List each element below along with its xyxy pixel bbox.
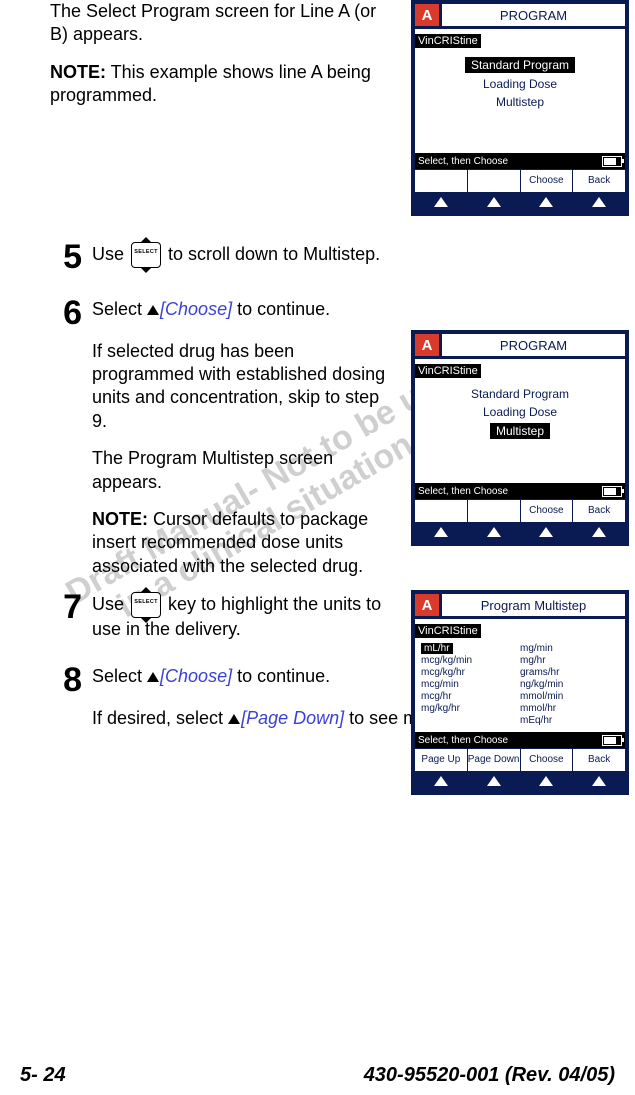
- line-badge: A: [415, 334, 442, 356]
- choose-softkey-ref: [Choose]: [160, 299, 232, 319]
- page-number: 5- 24: [20, 1064, 66, 1087]
- screen-title: PROGRAM: [442, 334, 625, 356]
- softkey-row: Choose Back: [415, 169, 625, 192]
- unit-option[interactable]: mg/min: [520, 643, 619, 654]
- softkey-back[interactable]: Back: [572, 500, 625, 522]
- step-number: 7: [50, 590, 82, 624]
- status-bar: Select, then Choose: [415, 153, 625, 169]
- softkey-triangle-icon: [147, 305, 159, 315]
- unit-option[interactable]: mL/hr: [421, 643, 453, 654]
- softkey-back[interactable]: Back: [572, 749, 625, 771]
- battery-icon: [602, 486, 622, 497]
- status-bar: Select, then Choose: [415, 732, 625, 748]
- softkey-arrows: [415, 522, 625, 542]
- option-loading-dose[interactable]: Loading Dose: [417, 77, 623, 91]
- unit-option[interactable]: mcg/kg/min: [421, 655, 520, 666]
- device-screen-1: A PROGRAM VinCRIStine Standard Program L…: [411, 0, 629, 216]
- option-multistep[interactable]: Multistep: [417, 95, 623, 109]
- step-5: 5 Use to scroll down to Multistep.: [50, 242, 395, 274]
- intro-text: The Select Program screen for Line A (or…: [50, 0, 395, 47]
- drug-label: VinCRIStine: [415, 364, 481, 378]
- choose-softkey-ref: [Choose]: [160, 666, 232, 686]
- unit-option[interactable]: mmol/hr: [520, 703, 619, 714]
- line-badge: A: [415, 594, 442, 616]
- softkey-triangle-icon: [228, 714, 240, 724]
- pagedown-softkey-ref: [Page Down]: [241, 708, 344, 728]
- option-loading-dose[interactable]: Loading Dose: [417, 405, 623, 419]
- units-list: mL/hr mcg/kg/min mcg/kg/hr mcg/min mcg/h…: [415, 639, 625, 732]
- softkey-choose[interactable]: Choose: [520, 500, 573, 522]
- option-multistep[interactable]: Multistep: [490, 423, 550, 439]
- unit-option[interactable]: mcg/kg/hr: [421, 667, 520, 678]
- unit-option[interactable]: mg/kg/hr: [421, 703, 520, 714]
- softkey-pagedown[interactable]: Page Down: [467, 749, 520, 771]
- softkey-choose[interactable]: Choose: [520, 749, 573, 771]
- screen-title: Program Multistep: [442, 594, 625, 616]
- step-7: 7 Use key to highlight the units to use …: [50, 592, 395, 641]
- softkey-arrows: [415, 192, 625, 212]
- note-1: NOTE: This example shows line A being pr…: [50, 61, 395, 108]
- screen-title: PROGRAM: [442, 4, 625, 26]
- drug-label: VinCRIStine: [415, 624, 481, 638]
- softkey-1[interactable]: [415, 170, 467, 192]
- softkey-row: Choose Back: [415, 499, 625, 522]
- device-screen-3: A Program Multistep VinCRIStine mL/hr mc…: [411, 590, 629, 795]
- softkey-2[interactable]: [467, 500, 520, 522]
- step-number: 8: [50, 663, 82, 697]
- unit-option[interactable]: mmol/min: [520, 691, 619, 702]
- unit-option[interactable]: ng/kg/min: [520, 679, 619, 690]
- battery-icon: [602, 735, 622, 746]
- softkey-1[interactable]: [415, 500, 467, 522]
- step-6: 6 Select [Choose] to continue.: [50, 298, 395, 330]
- select-key-icon: [131, 242, 161, 268]
- unit-option[interactable]: grams/hr: [520, 667, 619, 678]
- softkey-row: Page Up Page Down Choose Back: [415, 748, 625, 771]
- page-footer: 5- 24 430-95520-001 (Rev. 04/05): [20, 1064, 615, 1087]
- battery-icon: [602, 156, 622, 167]
- line-badge: A: [415, 4, 442, 26]
- option-standard-program[interactable]: Standard Program: [417, 387, 623, 401]
- step-6-para2: The Program Multistep screen appears.: [92, 447, 395, 494]
- softkey-pageup[interactable]: Page Up: [415, 749, 467, 771]
- doc-id: 430-95520-001 (Rev. 04/05): [364, 1064, 615, 1087]
- softkey-choose[interactable]: Choose: [520, 170, 573, 192]
- step-number: 5: [50, 240, 82, 274]
- step-6-para1: If selected drug has been programmed wit…: [92, 340, 395, 434]
- select-key-icon: [131, 592, 161, 618]
- step-number: 6: [50, 296, 82, 330]
- device-screen-2: A PROGRAM VinCRIStine Standard Program L…: [411, 330, 629, 546]
- step-8: 8 Select [Choose] to continue.: [50, 665, 395, 697]
- status-bar: Select, then Choose: [415, 483, 625, 499]
- unit-option[interactable]: mcg/min: [421, 679, 520, 690]
- unit-option[interactable]: mg/hr: [520, 655, 619, 666]
- unit-option[interactable]: mEq/hr: [520, 715, 619, 726]
- softkey-arrows: [415, 771, 625, 791]
- unit-option[interactable]: mcg/hr: [421, 691, 520, 702]
- softkey-back[interactable]: Back: [572, 170, 625, 192]
- softkey-triangle-icon: [147, 672, 159, 682]
- note-2: NOTE: Cursor defaults to package insert …: [92, 508, 395, 578]
- option-standard-program[interactable]: Standard Program: [465, 57, 575, 73]
- drug-label: VinCRIStine: [415, 34, 481, 48]
- softkey-2[interactable]: [467, 170, 520, 192]
